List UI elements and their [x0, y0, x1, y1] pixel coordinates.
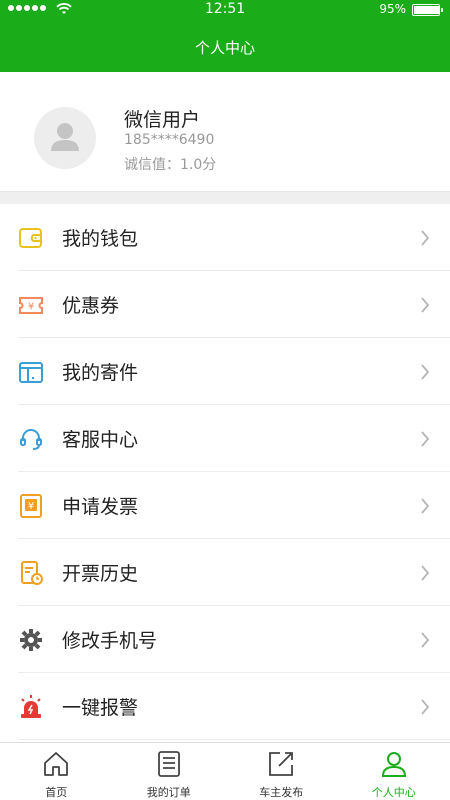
- section-divider: [0, 192, 450, 204]
- user-avatar-icon: [51, 123, 79, 151]
- tab-profile[interactable]: 个人中心: [338, 743, 450, 800]
- battery-icon: [412, 4, 443, 16]
- profile-icon: [381, 752, 406, 777]
- chevron-right-icon: [421, 565, 430, 581]
- menu-item-customer-service[interactable]: 客服中心: [18, 405, 450, 472]
- menu-item-invoice-history[interactable]: 开票历史: [18, 539, 450, 606]
- package-icon: [18, 359, 44, 385]
- credit-score: 诚信值：1.0分: [124, 157, 217, 173]
- menu-item-apply-invoice[interactable]: ¥ 申请发票: [18, 472, 450, 539]
- chevron-right-icon: [421, 230, 430, 246]
- menu-item-label: 申请发票: [62, 496, 139, 518]
- tab-home[interactable]: 首页: [0, 743, 113, 800]
- tab-my-orders[interactable]: 我的订单: [113, 743, 226, 800]
- user-phone: 185****6490: [124, 132, 215, 148]
- orders-icon: [157, 751, 180, 777]
- tab-label: 车主发布: [259, 786, 304, 799]
- wallet-icon: [18, 225, 44, 251]
- page-title: 个人中心: [194, 39, 255, 57]
- headset-icon: [18, 426, 44, 452]
- bottom-tab-bar: 首页 我的订单 车主发布 个人中心: [0, 742, 450, 800]
- invoice-history-icon: [18, 560, 44, 586]
- status-bar: 12:51 95%: [0, 0, 450, 20]
- chevron-right-icon: [421, 699, 430, 715]
- menu-item-label: 客服中心: [62, 429, 139, 451]
- menu-item-label: 修改手机号: [62, 630, 158, 652]
- coupon-icon: ¥: [18, 292, 44, 318]
- gear-icon: [18, 627, 44, 653]
- tab-label: 个人中心: [371, 786, 416, 799]
- menu-item-one-key-alarm[interactable]: 一键报警: [18, 673, 450, 740]
- home-icon: [44, 752, 69, 776]
- profile-card[interactable]: 微信用户 185****6490 诚信值：1.0分: [0, 72, 450, 192]
- publish-icon: [269, 752, 294, 776]
- menu-item-label: 一键报警: [62, 697, 139, 719]
- menu-item-wallet[interactable]: 我的钱包: [18, 204, 450, 271]
- menu-item-my-shipments[interactable]: 我的寄件: [18, 338, 450, 405]
- chevron-right-icon: [421, 364, 430, 380]
- tab-label: 首页: [45, 786, 68, 799]
- svg-text:¥: ¥: [28, 302, 34, 313]
- battery-percent: 95%: [379, 2, 406, 16]
- top-bar: 12:51 95% 个人中心: [0, 0, 450, 72]
- user-name: 微信用户: [124, 109, 201, 131]
- invoice-icon: ¥: [18, 493, 44, 519]
- alarm-icon: [18, 694, 44, 720]
- menu-item-label: 开票历史: [62, 563, 139, 585]
- chevron-right-icon: [421, 297, 430, 313]
- chevron-right-icon: [421, 498, 430, 514]
- tab-label: 我的订单: [146, 786, 191, 799]
- chevron-right-icon: [421, 431, 430, 447]
- svg-text:¥: ¥: [28, 501, 34, 512]
- chevron-right-icon: [421, 632, 430, 648]
- menu-item-label: 我的寄件: [62, 362, 139, 384]
- menu-item-coupon[interactable]: ¥ 优惠券: [18, 271, 450, 338]
- menu-item-label: 我的钱包: [62, 228, 139, 250]
- menu-item-change-phone[interactable]: 修改手机号: [18, 606, 450, 673]
- menu-list: 我的钱包 ¥ 优惠券 我的寄件 客服中心 ¥ 申请发票 开票历史 修改手机号 一…: [0, 204, 450, 740]
- tab-owner-publish[interactable]: 车主发布: [225, 743, 338, 800]
- avatar[interactable]: [34, 107, 96, 169]
- menu-item-label: 优惠券: [62, 295, 120, 317]
